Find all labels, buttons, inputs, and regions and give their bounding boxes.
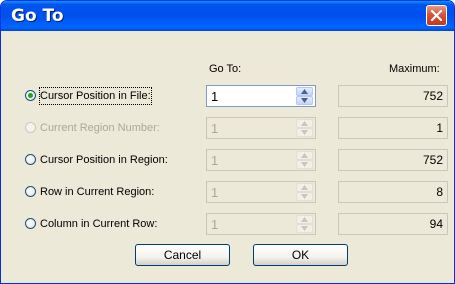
column-in-current-row-input bbox=[207, 214, 293, 234]
column-in-current-row-spinner bbox=[206, 213, 316, 235]
arrow-down-icon bbox=[301, 194, 308, 199]
cursor-position-in-region-maximum: 752 bbox=[338, 149, 448, 171]
cursor-position-in-file-input[interactable] bbox=[207, 86, 293, 106]
arrow-down-icon bbox=[301, 98, 308, 103]
current-region-number-input bbox=[207, 118, 293, 138]
radio-button-checked[interactable] bbox=[25, 90, 36, 101]
close-button[interactable] bbox=[426, 5, 447, 26]
row-in-current-region-maximum: 8 bbox=[338, 181, 448, 203]
dialog-title: Go To bbox=[11, 6, 64, 26]
arrow-up-icon bbox=[301, 217, 308, 222]
spin-up-button bbox=[296, 183, 313, 192]
spin-down-button[interactable] bbox=[296, 96, 313, 105]
cancel-button[interactable]: Cancel bbox=[135, 244, 230, 266]
arrow-down-icon bbox=[301, 226, 308, 231]
arrow-up-icon bbox=[301, 153, 308, 158]
cursor-position-in-file-maximum: 752 bbox=[338, 85, 448, 107]
radio-button[interactable] bbox=[25, 186, 36, 197]
arrow-up-icon bbox=[301, 185, 308, 190]
cursor-position-in-region-spinner bbox=[206, 149, 316, 171]
radio-button[interactable] bbox=[25, 154, 36, 165]
goto-column-header: Go To: bbox=[209, 63, 242, 75]
maximum-column-header: Maximum: bbox=[389, 63, 440, 75]
radio-label: Cursor Position in File: bbox=[39, 87, 152, 105]
arrow-up-icon bbox=[301, 89, 308, 94]
radio-button[interactable] bbox=[25, 218, 36, 229]
spin-up-button bbox=[296, 215, 313, 224]
ok-button[interactable]: OK bbox=[253, 244, 348, 266]
spin-down-button bbox=[296, 160, 313, 169]
radio-label: Column in Current Row: bbox=[40, 218, 158, 230]
close-icon bbox=[431, 10, 442, 21]
cursor-position-in-file-spinner[interactable] bbox=[206, 85, 316, 107]
spin-down-button bbox=[296, 192, 313, 201]
arrow-up-icon bbox=[301, 121, 308, 126]
row-in-current-region-input bbox=[207, 182, 293, 202]
spin-down-button bbox=[296, 224, 313, 233]
title-bar[interactable]: Go To bbox=[1, 1, 454, 31]
row-in-current-region-spinner bbox=[206, 181, 316, 203]
spin-up-button bbox=[296, 151, 313, 160]
radio-label: Row in Current Region: bbox=[40, 186, 155, 198]
cursor-position-in-region-input bbox=[207, 150, 293, 170]
current-region-number-spinner bbox=[206, 117, 316, 139]
spin-up-button bbox=[296, 119, 313, 128]
radio-button bbox=[25, 122, 36, 133]
radio-label: Current Region Number: bbox=[40, 122, 160, 134]
spin-up-button[interactable] bbox=[296, 87, 313, 96]
arrow-down-icon bbox=[301, 130, 308, 135]
dialog-body: Go To: Maximum: Cursor Position in File:… bbox=[1, 31, 454, 283]
arrow-down-icon bbox=[301, 162, 308, 167]
column-in-current-row-maximum: 94 bbox=[338, 213, 448, 235]
current-region-number-maximum: 1 bbox=[338, 117, 448, 139]
spin-down-button bbox=[296, 128, 313, 137]
goto-dialog: Go To Go To: Maximum: Cursor Position in… bbox=[0, 0, 455, 284]
radio-label: Cursor Position in Region: bbox=[40, 154, 168, 166]
